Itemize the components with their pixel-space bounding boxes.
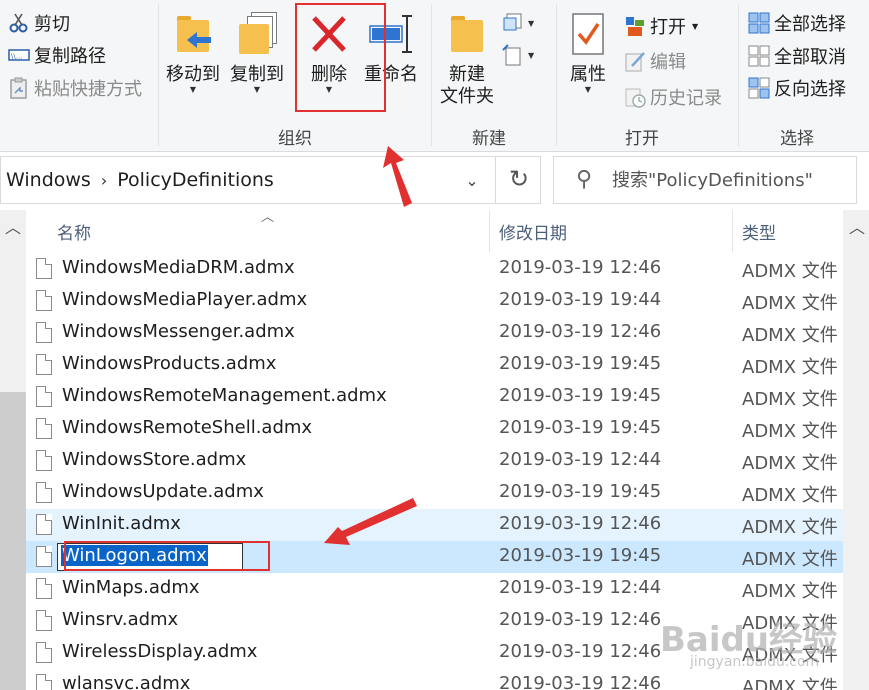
annotation-arrows: [324, 146, 417, 545]
baidu-watermark-url: jingyan.baidu.com: [690, 654, 820, 670]
arrow-to-file: [324, 498, 417, 545]
arrow-to-delete: [383, 146, 412, 207]
